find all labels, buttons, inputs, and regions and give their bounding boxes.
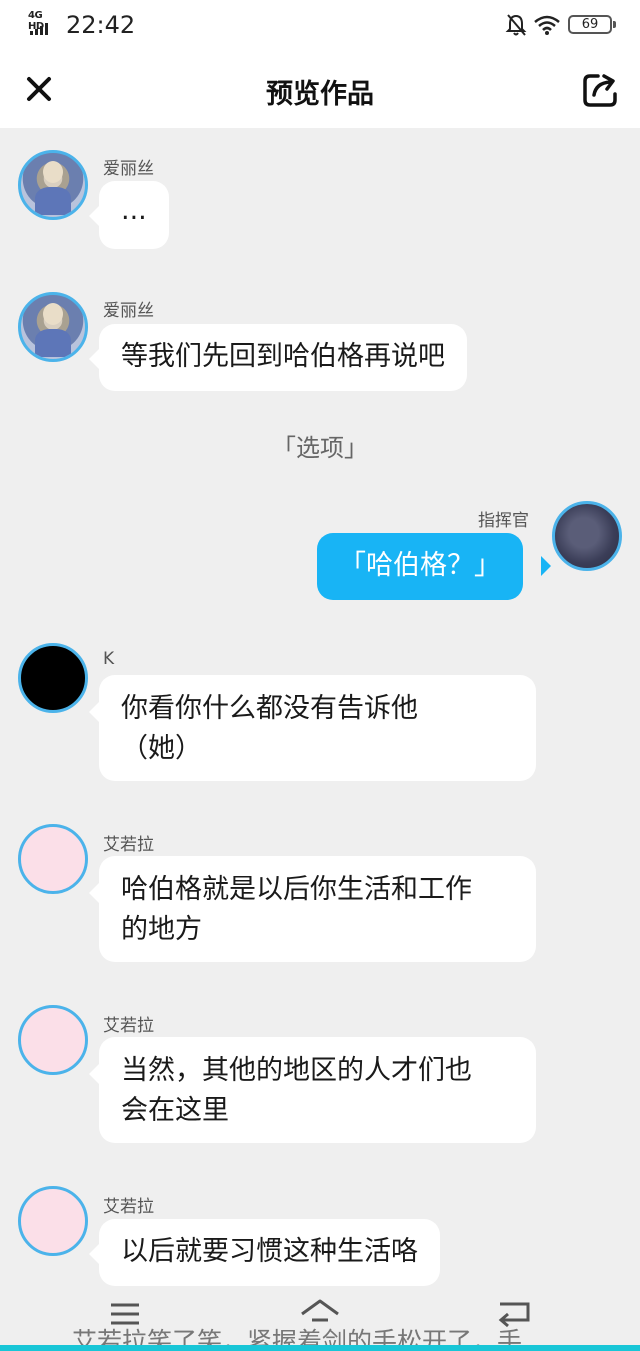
chat-area: 爱丽丝 ... 爱丽丝 等我们先回到哈伯格再说吧 「选项」 指挥官 「哈伯格？」…: [0, 128, 640, 1351]
avatar-aurora[interactable]: [18, 1186, 88, 1256]
status-time: 22:42: [66, 11, 136, 39]
message-line: 会在这里: [121, 1095, 229, 1126]
speaker-name: K: [103, 649, 115, 669]
bubble-tail: [89, 1244, 99, 1264]
message-bubble: 当然，其他的地区的人才们也 会在这里: [99, 1037, 536, 1143]
option-label[interactable]: 「选项」: [0, 428, 640, 463]
message-bubble: 以后就要习惯这种生活咯: [99, 1219, 440, 1286]
bubble-tail: [541, 556, 551, 576]
avatar-alice[interactable]: [18, 292, 88, 362]
status-bar: 4G HD 22:42 69: [0, 0, 640, 50]
message-bubble: 你看你什么都没有告诉他 （她）: [99, 675, 536, 781]
speaker-name: 艾若拉: [103, 1016, 154, 1036]
bubble-tail: [89, 702, 99, 722]
avatar-aurora[interactable]: [18, 824, 88, 894]
bubble-tail: [89, 349, 99, 369]
top-bar: 预览作品: [0, 50, 640, 128]
battery-indicator: 69: [568, 15, 616, 34]
message-line: 当然，其他的地区的人才们也: [121, 1055, 472, 1086]
message-bubble: 等我们先回到哈伯格再说吧: [99, 324, 467, 391]
bubble-tail: [89, 1064, 99, 1084]
bottom-accent-bar: [0, 1345, 640, 1351]
avatar-alice[interactable]: [18, 150, 88, 220]
speaker-name: 爱丽丝: [103, 159, 154, 179]
message-bubble: ...: [99, 181, 169, 249]
message-line: （她）: [121, 733, 202, 764]
home-icon[interactable]: [299, 1298, 341, 1330]
back-icon[interactable]: [494, 1300, 536, 1332]
avatar-aurora[interactable]: [18, 1005, 88, 1075]
speaker-name: 艾若拉: [103, 1197, 154, 1217]
speaker-name: 艾若拉: [103, 835, 154, 855]
message-line: 的地方: [121, 914, 202, 945]
bubble-tail: [89, 883, 99, 903]
share-icon[interactable]: [580, 70, 620, 110]
message-bubble: 哈伯格就是以后你生活和工作 的地方: [99, 856, 536, 962]
wifi-icon: [534, 15, 560, 35]
menu-icon[interactable]: [104, 1300, 146, 1332]
speaker-name: 爱丽丝: [103, 301, 154, 321]
page-title: 预览作品: [266, 79, 374, 110]
bubble-tail: [89, 206, 99, 226]
message-bubble-self: 「哈伯格？」: [317, 533, 523, 600]
bell-muted-icon: [505, 14, 527, 36]
signal-icon: 4G HD: [28, 10, 58, 36]
message-line: 你看你什么都没有告诉他: [121, 693, 418, 724]
avatar-k[interactable]: [18, 643, 88, 713]
message-line: 哈伯格就是以后你生活和工作: [121, 874, 472, 905]
avatar-commander[interactable]: [552, 501, 622, 571]
speaker-name: 指挥官: [478, 511, 529, 531]
